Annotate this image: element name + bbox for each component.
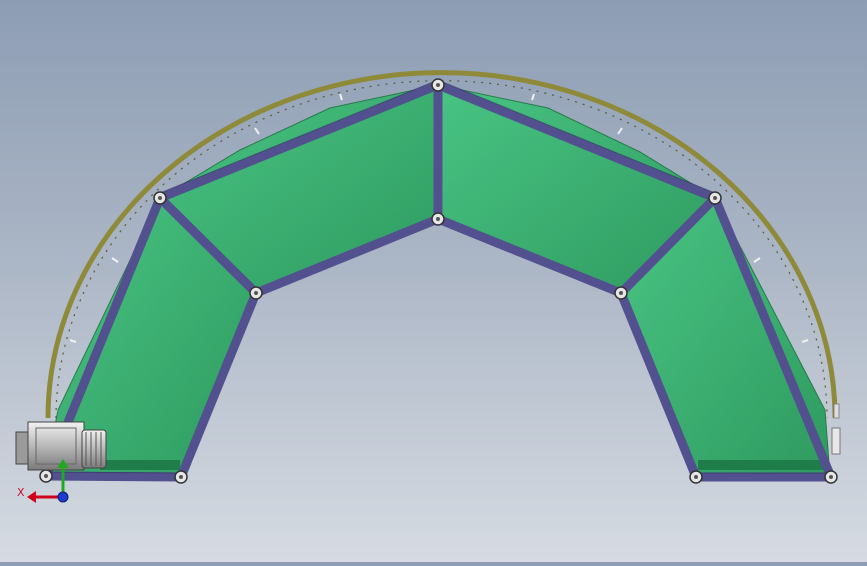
tensioner-right xyxy=(831,427,841,455)
belt-return-left xyxy=(100,460,180,470)
belt-return-right xyxy=(698,460,828,470)
x-axis-label: X xyxy=(17,486,25,499)
z-axis-dot xyxy=(57,491,69,503)
conveyor-model[interactable]: X xyxy=(0,0,867,562)
cad-viewport[interactable]: X xyxy=(0,0,867,562)
